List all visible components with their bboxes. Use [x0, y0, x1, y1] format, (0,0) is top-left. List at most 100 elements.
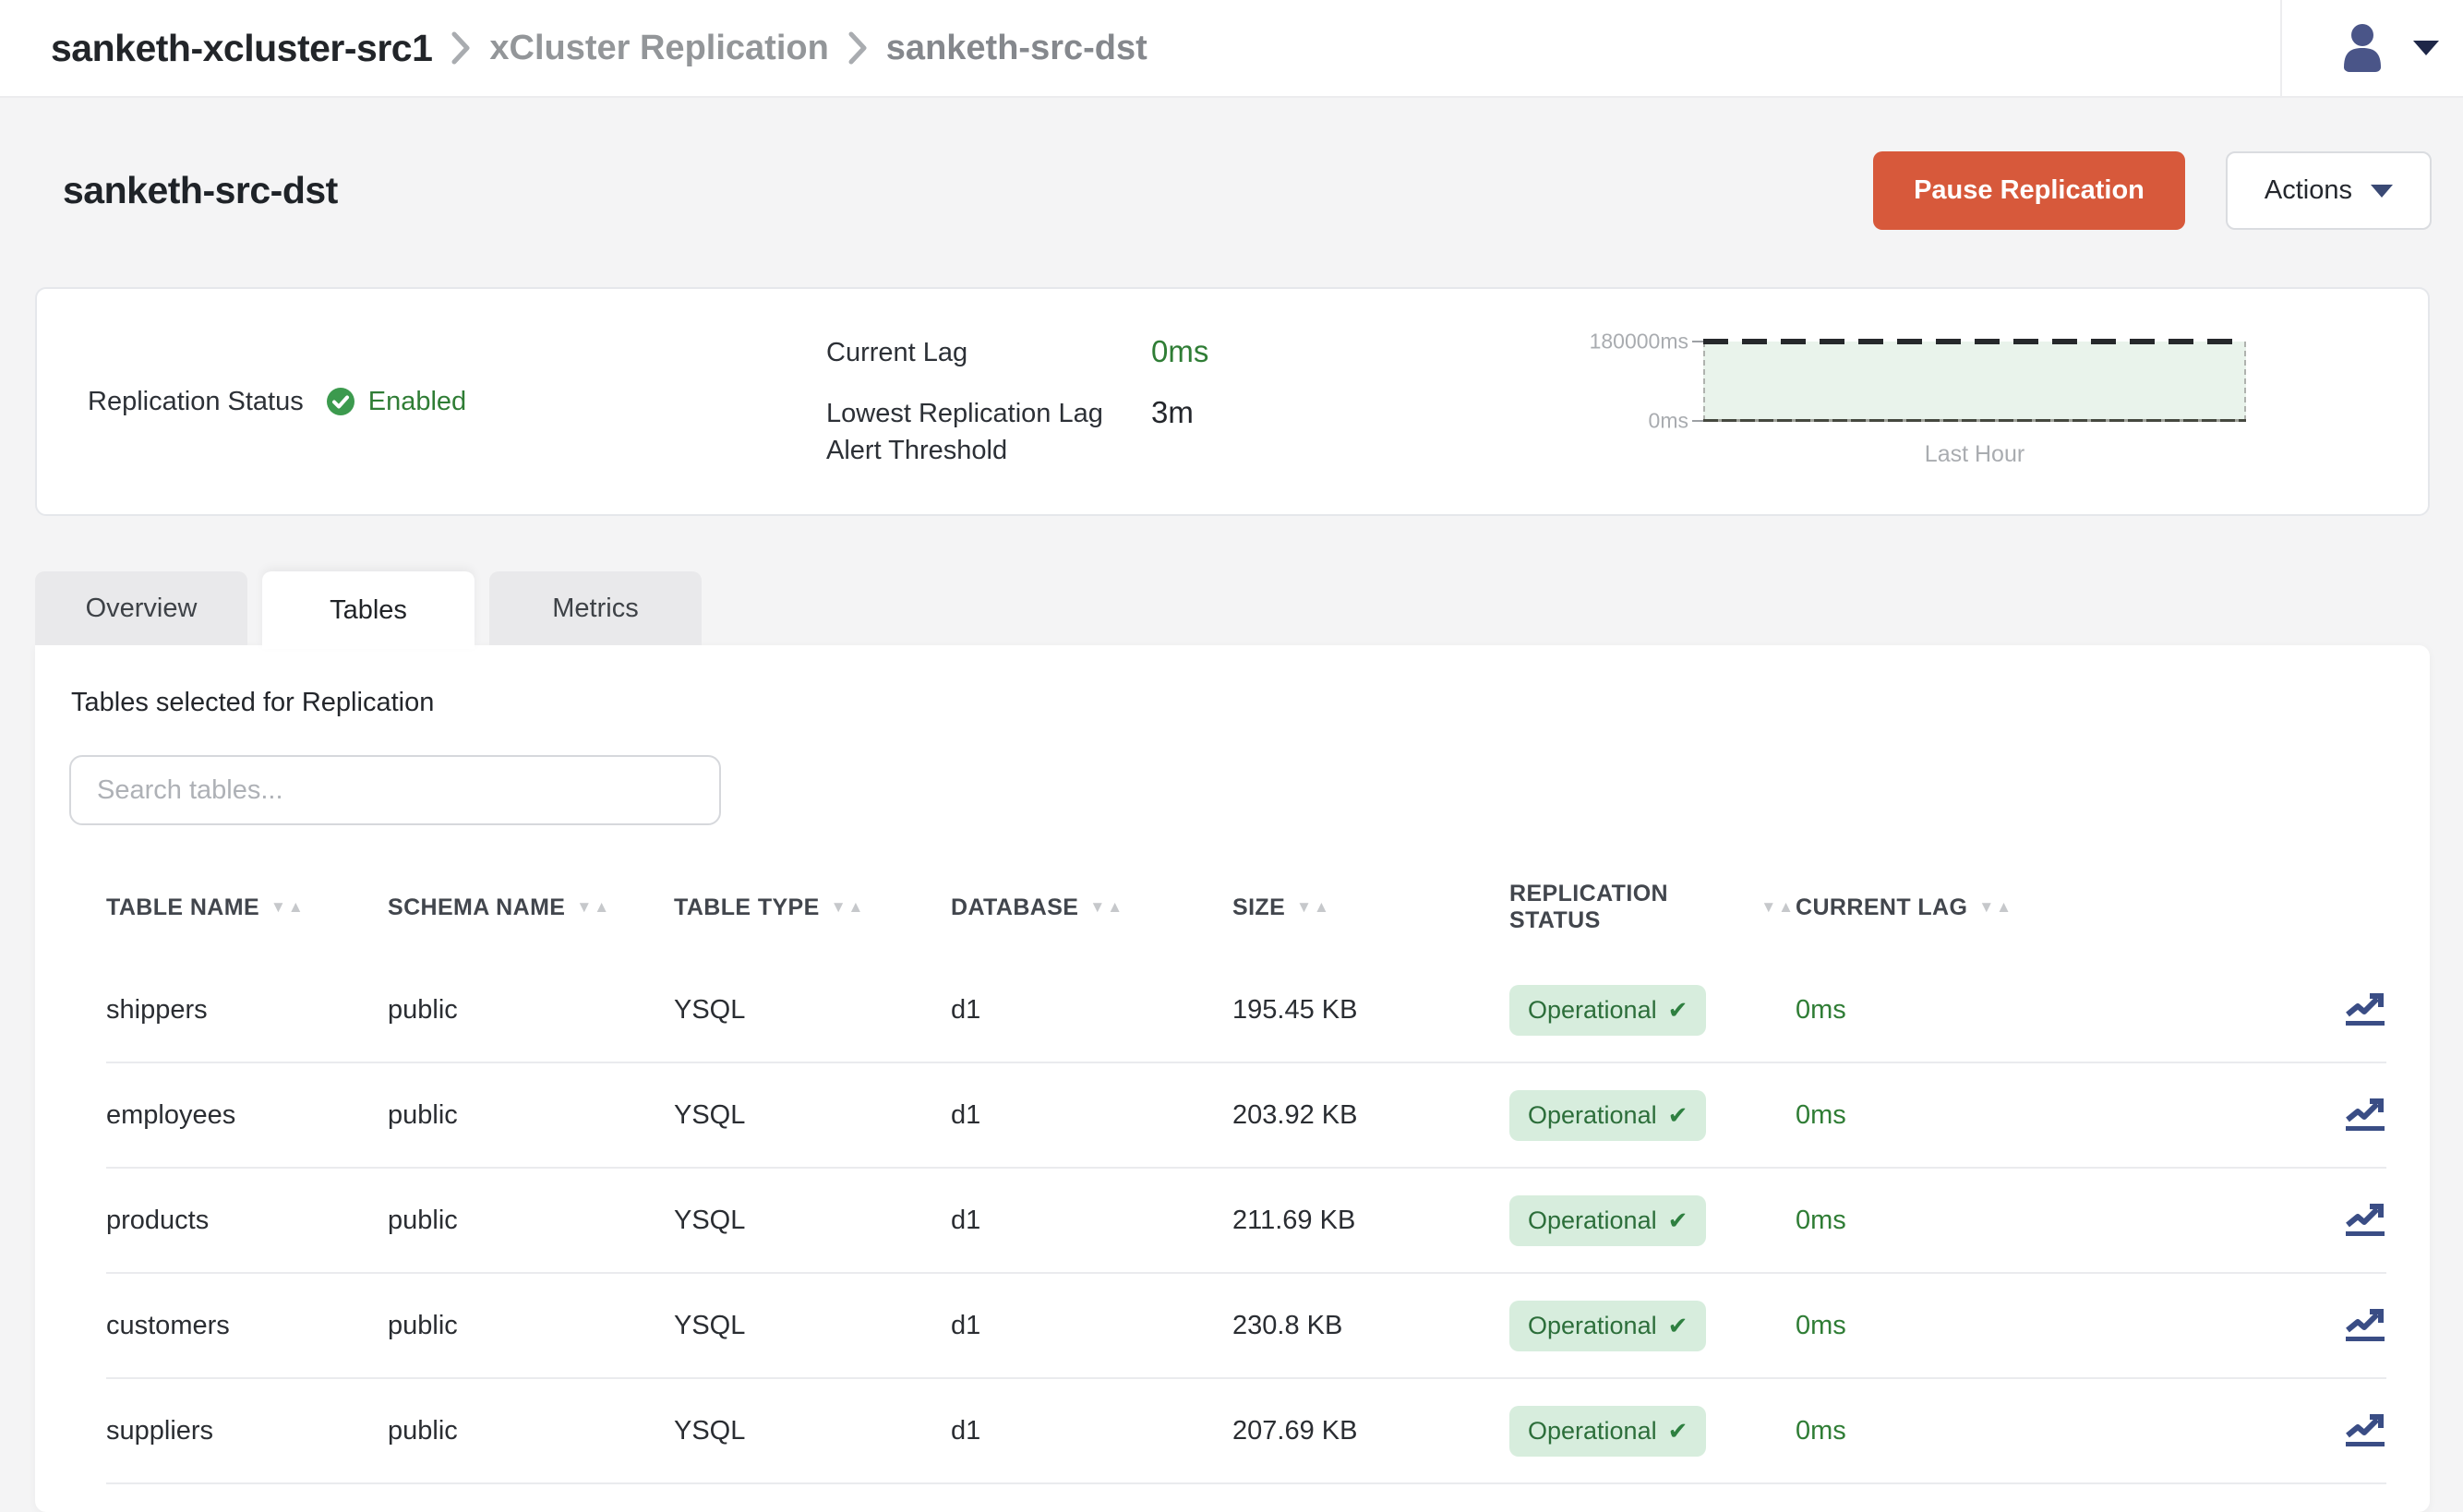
cell-table-name: shippers [106, 995, 388, 1026]
status-badge: Operational✔ [1509, 1301, 1706, 1351]
table-row: products public YSQL d1 211.69 KB Operat… [106, 1169, 2386, 1274]
chart-lag-line [1703, 419, 2246, 422]
cell-schema-name: public [388, 1416, 674, 1446]
cell-table-type: YSQL [674, 1100, 951, 1131]
column-header-table-type[interactable]: TABLE TYPE ▼▲ [674, 894, 951, 921]
sort-icon: ▼▲ [576, 898, 611, 917]
cell-table-type: YSQL [674, 1206, 951, 1236]
tab-overview[interactable]: Overview [35, 571, 247, 645]
top-navbar: sanketh-xcluster-src1 xCluster Replicati… [0, 0, 2463, 98]
status-badge: Operational✔ [1509, 985, 1706, 1036]
line-chart-icon [2344, 1201, 2386, 1240]
cell-size: 203.92 KB [1232, 1100, 1509, 1131]
page-title: sanketh-src-dst [63, 169, 338, 212]
chart-xaxis-label: Last Hour [1703, 441, 2246, 468]
line-chart-icon [2344, 1306, 2386, 1345]
breadcrumb-universe[interactable]: sanketh-xcluster-src1 [51, 27, 432, 70]
table-row: employees public YSQL d1 203.92 KB Opera… [106, 1063, 2386, 1169]
user-menu[interactable] [2336, 19, 2463, 78]
breadcrumb: sanketh-xcluster-src1 xCluster Replicati… [51, 27, 1147, 70]
sort-icon: ▼▲ [1089, 898, 1124, 917]
tab-metrics[interactable]: Metrics [489, 571, 702, 645]
cell-current-lag: 0ms [1796, 1311, 2303, 1341]
section-heading: Tables selected for Replication [71, 688, 2396, 718]
cell-table-name: suppliers [106, 1416, 388, 1446]
cell-size: 211.69 KB [1232, 1206, 1509, 1236]
chart-tick [1692, 341, 1703, 342]
check-icon: ✔ [1668, 1312, 1688, 1340]
lag-threshold-label: Lowest Replication Lag Alert Threshold [826, 395, 1151, 469]
lag-threshold-value: 3m [1151, 395, 1194, 430]
nav-divider [2280, 0, 2282, 96]
sort-icon: ▼▲ [1296, 898, 1331, 917]
check-icon: ✔ [1668, 1417, 1688, 1446]
cell-database: d1 [951, 995, 1232, 1026]
column-header-table-name[interactable]: TABLE NAME ▼▲ [106, 894, 388, 921]
cell-table-name: products [106, 1206, 388, 1236]
cell-database: d1 [951, 1311, 1232, 1341]
chevron-right-icon [451, 30, 471, 66]
cell-current-lag: 0ms [1796, 1416, 2303, 1446]
column-header-replication-status[interactable]: REPLICATION STATUS ▼▲ [1509, 881, 1796, 934]
line-chart-icon [2344, 1411, 2386, 1450]
column-header-schema-name[interactable]: SCHEMA NAME ▼▲ [388, 894, 674, 921]
lag-mini-chart: 180000ms 0ms Last Hour [1556, 342, 2246, 468]
status-badge: Operational✔ [1509, 1090, 1706, 1141]
cell-database: d1 [951, 1100, 1232, 1131]
cell-table-type: YSQL [674, 1311, 951, 1341]
actions-button[interactable]: Actions [2226, 151, 2432, 230]
cell-current-lag: 0ms [1796, 1206, 2303, 1236]
check-circle-icon [326, 387, 355, 416]
row-lag-graph-button[interactable] [2303, 1306, 2386, 1345]
replication-status-card: Replication Status Enabled Current Lag 0… [35, 287, 2430, 516]
column-header-current-lag[interactable]: CURRENT LAG ▼▲ [1796, 894, 2303, 921]
check-icon: ✔ [1668, 1101, 1688, 1130]
chevron-down-icon [2371, 185, 2393, 198]
chevron-down-icon [2413, 41, 2439, 55]
chart-ymin-label: 0ms [1649, 408, 1688, 433]
cell-schema-name: public [388, 995, 674, 1026]
tab-tables[interactable]: Tables [262, 571, 475, 649]
cell-table-name: customers [106, 1311, 388, 1341]
replication-tables-table: TABLE NAME ▼▲ SCHEMA NAME ▼▲ TABLE TYPE … [106, 866, 2386, 1484]
breadcrumb-section[interactable]: xCluster Replication [489, 29, 828, 68]
tables-panel: Tables selected for Replication TABLE NA… [35, 645, 2430, 1512]
column-header-size[interactable]: SIZE ▼▲ [1232, 894, 1509, 921]
row-lag-graph-button[interactable] [2303, 1096, 2386, 1134]
cell-size: 195.45 KB [1232, 995, 1509, 1026]
chart-tick [1692, 420, 1703, 422]
row-lag-graph-button[interactable] [2303, 1411, 2386, 1450]
sort-icon: ▼▲ [270, 898, 306, 917]
status-badge: Operational✔ [1509, 1406, 1706, 1457]
cell-database: d1 [951, 1416, 1232, 1446]
cell-table-type: YSQL [674, 1416, 951, 1446]
cell-schema-name: public [388, 1206, 674, 1236]
current-lag-label: Current Lag [826, 334, 1151, 371]
cell-current-lag: 0ms [1796, 995, 2303, 1026]
breadcrumb-current: sanketh-src-dst [886, 29, 1147, 68]
chart-plot-area [1703, 342, 2246, 421]
cell-schema-name: public [388, 1311, 674, 1341]
column-header-database[interactable]: DATABASE ▼▲ [951, 894, 1232, 921]
cell-database: d1 [951, 1206, 1232, 1236]
table-row: customers public YSQL d1 230.8 KB Operat… [106, 1274, 2386, 1379]
sort-icon: ▼▲ [831, 898, 866, 917]
sort-icon: ▼▲ [1978, 898, 2013, 917]
chart-threshold-line [1703, 339, 2246, 344]
check-icon: ✔ [1668, 1206, 1688, 1235]
replication-status-label: Replication Status [88, 387, 304, 417]
actions-button-label: Actions [2265, 175, 2352, 206]
current-lag-value: 0ms [1151, 334, 1208, 369]
search-input[interactable] [69, 755, 721, 825]
cell-current-lag: 0ms [1796, 1100, 2303, 1131]
cell-size: 207.69 KB [1232, 1416, 1509, 1446]
check-icon: ✔ [1668, 996, 1688, 1025]
pause-replication-button[interactable]: Pause Replication [1873, 151, 2185, 230]
table-row: suppliers public YSQL d1 207.69 KB Opera… [106, 1379, 2386, 1484]
line-chart-icon [2344, 1096, 2386, 1134]
row-lag-graph-button[interactable] [2303, 1201, 2386, 1240]
line-chart-icon [2344, 990, 2386, 1029]
chart-ymax-label: 180000ms [1590, 329, 1688, 354]
table-row: shippers public YSQL d1 195.45 KB Operat… [106, 958, 2386, 1063]
row-lag-graph-button[interactable] [2303, 990, 2386, 1029]
